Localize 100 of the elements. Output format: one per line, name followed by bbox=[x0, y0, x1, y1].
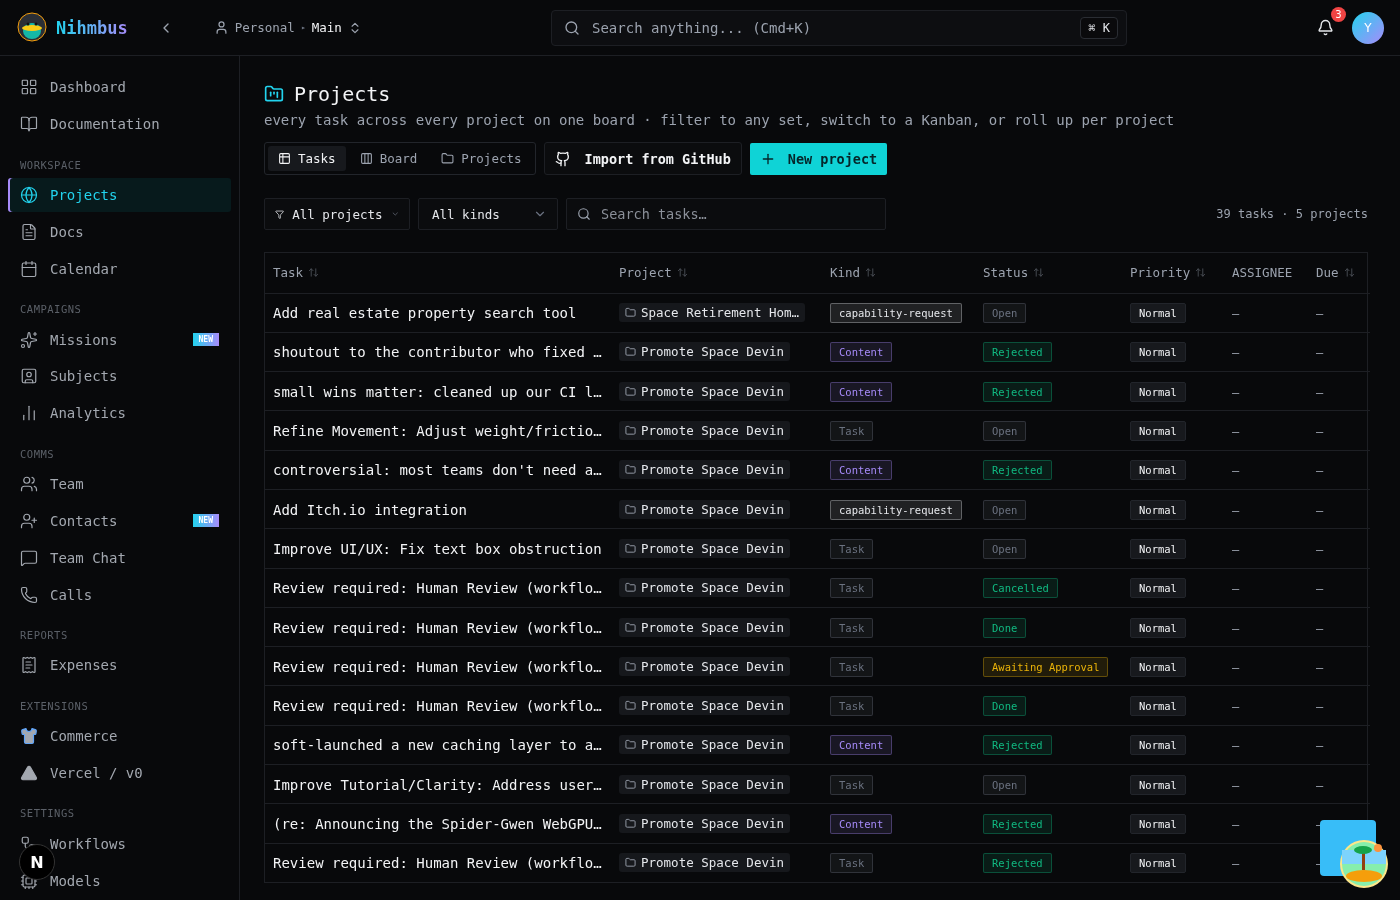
status-badge: Rejected bbox=[983, 814, 1052, 834]
task-title[interactable]: Review required: Human Review (workflo… bbox=[273, 658, 602, 675]
import-button[interactable]: Import from GitHub bbox=[543, 142, 742, 175]
column-header[interactable]: Priority bbox=[1130, 265, 1191, 281]
column-header[interactable]: Kind bbox=[830, 265, 861, 281]
sort-icon[interactable] bbox=[676, 267, 688, 279]
sort-icon[interactable] bbox=[1033, 267, 1045, 279]
status-badge: Rejected bbox=[983, 735, 1052, 756]
priority-badge: Normal bbox=[1130, 578, 1186, 599]
search-bar[interactable]: Search anything... (Cmd+K) ⌘ K bbox=[551, 10, 1127, 46]
task-search-bar[interactable]: Search tasks… bbox=[566, 198, 886, 230]
folder-icon bbox=[625, 818, 636, 829]
priority-badge: Normal bbox=[1130, 656, 1186, 677]
project-chip: Promote Space Devin bbox=[619, 774, 790, 794]
section-label: WORKSPACE bbox=[19, 157, 83, 173]
assignee-cell: — bbox=[1232, 582, 1240, 597]
project-filter[interactable]: All projects bbox=[264, 198, 410, 230]
task-title[interactable]: shoutout to the contributor who fixed … bbox=[273, 344, 602, 361]
sidebar-item[interactable]: Dashboard bbox=[8, 70, 231, 105]
sidebar-label: Subjects bbox=[50, 368, 118, 385]
sidebar-item[interactable]: Expenses bbox=[8, 647, 231, 683]
column-header[interactable]: Due bbox=[1316, 265, 1339, 281]
project-chip: Promote Space Devin bbox=[619, 381, 790, 401]
task-title[interactable]: soft-launched a new caching layer to a… bbox=[273, 737, 602, 754]
task-title[interactable]: Add real estate property search tool bbox=[273, 305, 577, 322]
sidebar-item[interactable]: Team Chat bbox=[8, 540, 231, 576]
sidebar-item[interactable]: Subjects bbox=[8, 358, 231, 394]
sidebar-item[interactable]: Contacts NEW bbox=[8, 503, 231, 539]
task-title[interactable]: Add Itch.io integration bbox=[273, 501, 467, 518]
status-badge: Open bbox=[983, 499, 1027, 520]
column-header[interactable]: Project bbox=[619, 265, 672, 281]
task-title[interactable]: Improve Tutorial/Clarity: Address user… bbox=[273, 776, 602, 793]
status-badge: Open bbox=[983, 303, 1027, 324]
sidebar-item[interactable]: Projects bbox=[8, 177, 231, 213]
github-icon bbox=[554, 150, 571, 167]
sidebar-item[interactable]: Commerce bbox=[8, 718, 231, 754]
view-tab[interactable]: Projects bbox=[431, 146, 532, 171]
folder-icon bbox=[264, 84, 284, 104]
view-tab[interactable]: Tasks bbox=[268, 146, 346, 171]
due-cell: — bbox=[1316, 582, 1324, 597]
project-chip: Promote Space Devin bbox=[619, 578, 790, 598]
status-badge: Open bbox=[983, 774, 1027, 795]
task-title[interactable]: Review required: Human Review (workflo… bbox=[273, 698, 602, 715]
assignee-cell: — bbox=[1232, 542, 1240, 557]
task-title[interactable]: Review required: Human Review (workflo… bbox=[273, 619, 602, 636]
task-search-field[interactable]: Search tasks… bbox=[599, 205, 875, 223]
column-header[interactable]: Task bbox=[273, 265, 304, 281]
notifications-icon[interactable] bbox=[1317, 19, 1334, 36]
sidebar-label: Expenses bbox=[50, 657, 118, 674]
user-icon bbox=[213, 20, 229, 35]
column-header[interactable]: ASSIGNEE bbox=[1232, 265, 1293, 281]
sidebar-item[interactable]: Calls bbox=[8, 577, 231, 612]
status-badge: Rejected bbox=[983, 342, 1052, 363]
assignee-cell: — bbox=[1232, 778, 1240, 793]
kind-badge: capability-request bbox=[830, 303, 962, 324]
sort-icon[interactable] bbox=[1195, 267, 1207, 279]
sidebar-item[interactable]: Documentation bbox=[8, 106, 231, 142]
new-project-button[interactable]: New project bbox=[749, 142, 888, 175]
task-title[interactable]: Review required: Human Review (workflo… bbox=[273, 580, 602, 597]
sort-icon[interactable] bbox=[865, 267, 877, 279]
kind-badge: Content bbox=[830, 735, 893, 756]
folder-icon bbox=[441, 152, 455, 165]
view-tab[interactable]: Board bbox=[349, 146, 428, 171]
sidebar-item[interactable]: Analytics bbox=[8, 395, 231, 431]
due-cell: — bbox=[1316, 621, 1324, 636]
search-field[interactable]: Search anything... (Cmd+K) bbox=[590, 19, 1071, 37]
priority-badge: Normal bbox=[1130, 303, 1186, 324]
priority-badge: Normal bbox=[1130, 342, 1186, 363]
task-title[interactable]: Refine Movement: Adjust weight/frictio… bbox=[273, 423, 602, 440]
column-header[interactable]: Status bbox=[983, 265, 1029, 281]
project-chip: Promote Space Devin bbox=[619, 421, 790, 441]
sidebar-item[interactable]: Vercel / v0 bbox=[8, 755, 231, 791]
task-title[interactable]: controversial: most teams don't need a… bbox=[273, 462, 602, 479]
task-title[interactable]: (re: Announcing the Spider-Gwen WebGPU… bbox=[273, 816, 602, 832]
sidebar-label: Contacts bbox=[50, 512, 118, 529]
task-title[interactable]: small wins matter: cleaned up our CI l… bbox=[273, 383, 602, 400]
priority-badge: Normal bbox=[1130, 617, 1186, 638]
task-title[interactable]: Improve UI/UX: Fix text box obstruction bbox=[273, 540, 602, 557]
sidebar-item[interactable]: Team bbox=[8, 466, 231, 502]
sidebar-item[interactable]: Missions NEW bbox=[8, 322, 231, 357]
sidebar-item[interactable]: Docs bbox=[8, 214, 231, 250]
task-summary: 39 tasks · 5 projects bbox=[1216, 207, 1368, 221]
sidebar-item[interactable]: Calendar bbox=[8, 251, 231, 287]
section-label: EXTENSIONS bbox=[19, 698, 90, 714]
branch-name[interactable]: Main bbox=[311, 20, 342, 35]
task-title[interactable]: Review required: Human Review (workflo… bbox=[273, 855, 602, 872]
assignee-cell: — bbox=[1232, 818, 1240, 832]
sidebar-label: Vercel / v0 bbox=[50, 765, 143, 781]
status-badge: Open bbox=[983, 538, 1027, 559]
workspace-name[interactable]: Personal bbox=[234, 20, 295, 35]
assistant-button[interactable] bbox=[1320, 820, 1388, 890]
sort-icon[interactable] bbox=[308, 267, 320, 279]
status-badge: Cancelled bbox=[983, 578, 1058, 599]
filter-icon bbox=[275, 207, 285, 221]
sidebar-label: Calendar bbox=[50, 260, 118, 277]
section-label: COMMS bbox=[19, 446, 56, 462]
kind-filter[interactable]: All kinds bbox=[418, 198, 558, 230]
sort-icon[interactable] bbox=[1343, 267, 1355, 279]
assignee-cell: — bbox=[1232, 621, 1240, 636]
sidebar-label: Team bbox=[50, 476, 84, 493]
